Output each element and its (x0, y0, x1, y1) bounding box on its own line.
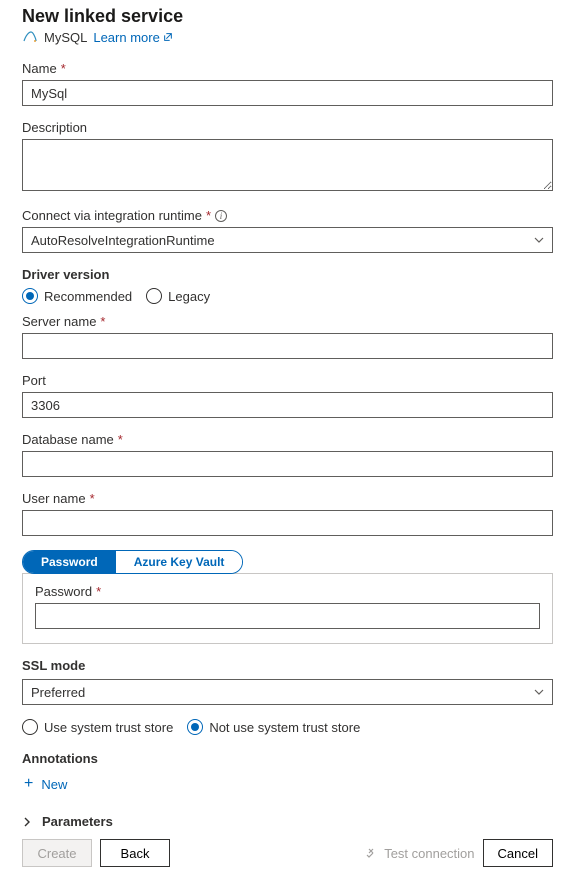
server-label: Server name* (22, 314, 553, 329)
driver-recommended-radio[interactable]: Recommended (22, 288, 132, 304)
port-input[interactable] (22, 392, 553, 418)
password-label: Password* (35, 584, 540, 599)
driver-label: Driver version (22, 267, 553, 282)
add-annotation-button[interactable]: + New (22, 772, 69, 796)
required-marker: * (61, 61, 66, 76)
description-input[interactable] (22, 139, 553, 191)
trust-use-radio[interactable]: Use system trust store (22, 719, 173, 735)
ssl-label: SSL mode (22, 658, 553, 673)
ssl-value: Preferred (31, 685, 85, 700)
ssl-select[interactable]: Preferred (22, 679, 553, 705)
test-connection-button[interactable]: Test connection (364, 846, 474, 861)
radio-icon (187, 719, 203, 735)
user-label: User name* (22, 491, 553, 506)
plug-icon (364, 846, 378, 860)
radio-icon (22, 288, 38, 304)
required-marker: * (118, 432, 123, 447)
runtime-value: AutoResolveIntegrationRuntime (31, 233, 215, 248)
trust-notuse-radio[interactable]: Not use system trust store (187, 719, 360, 735)
password-panel: Password* (22, 573, 553, 644)
footer: Create Back Test connection Cancel (0, 829, 575, 881)
runtime-label: Connect via integration runtime* i (22, 208, 553, 223)
external-link-icon (163, 32, 173, 42)
chevron-down-icon (534, 235, 544, 245)
service-name: MySQL (44, 30, 87, 45)
driver-legacy-label: Legacy (168, 289, 210, 304)
trust-notuse-label: Not use system trust store (209, 720, 360, 735)
radio-icon (22, 719, 38, 735)
database-input[interactable] (22, 451, 553, 477)
password-tabs: Password Azure Key Vault (22, 550, 243, 574)
add-annotation-label: New (41, 777, 67, 792)
name-input[interactable] (22, 80, 553, 106)
plus-icon: + (24, 776, 33, 792)
required-marker: * (96, 584, 101, 599)
password-input[interactable] (35, 603, 540, 629)
mysql-icon (22, 29, 38, 45)
tab-azure-key-vault[interactable]: Azure Key Vault (116, 551, 243, 573)
radio-icon (146, 288, 162, 304)
description-label: Description (22, 120, 553, 135)
learn-more-link[interactable]: Learn more (93, 30, 172, 45)
back-button[interactable]: Back (100, 839, 170, 867)
parameters-label: Parameters (42, 814, 113, 829)
required-marker: * (100, 314, 105, 329)
chevron-right-icon (22, 817, 32, 827)
test-connection-label: Test connection (384, 846, 474, 861)
tab-password[interactable]: Password (23, 551, 116, 573)
database-label: Database name* (22, 432, 553, 447)
subheader: MySQL Learn more (22, 29, 553, 45)
server-input[interactable] (22, 333, 553, 359)
port-label: Port (22, 373, 553, 388)
name-label: Name* (22, 61, 553, 76)
runtime-select[interactable]: AutoResolveIntegrationRuntime (22, 227, 553, 253)
user-input[interactable] (22, 510, 553, 536)
annotations-label: Annotations (22, 751, 553, 766)
required-marker: * (90, 491, 95, 506)
parameters-toggle[interactable]: Parameters (22, 814, 553, 829)
learn-more-label: Learn more (93, 30, 159, 45)
chevron-down-icon (534, 687, 544, 697)
driver-recommended-label: Recommended (44, 289, 132, 304)
trust-use-label: Use system trust store (44, 720, 173, 735)
page-title: New linked service (22, 6, 553, 27)
cancel-button[interactable]: Cancel (483, 839, 553, 867)
create-button[interactable]: Create (22, 839, 92, 867)
required-marker: * (206, 208, 211, 223)
info-icon[interactable]: i (215, 210, 227, 222)
driver-legacy-radio[interactable]: Legacy (146, 288, 210, 304)
